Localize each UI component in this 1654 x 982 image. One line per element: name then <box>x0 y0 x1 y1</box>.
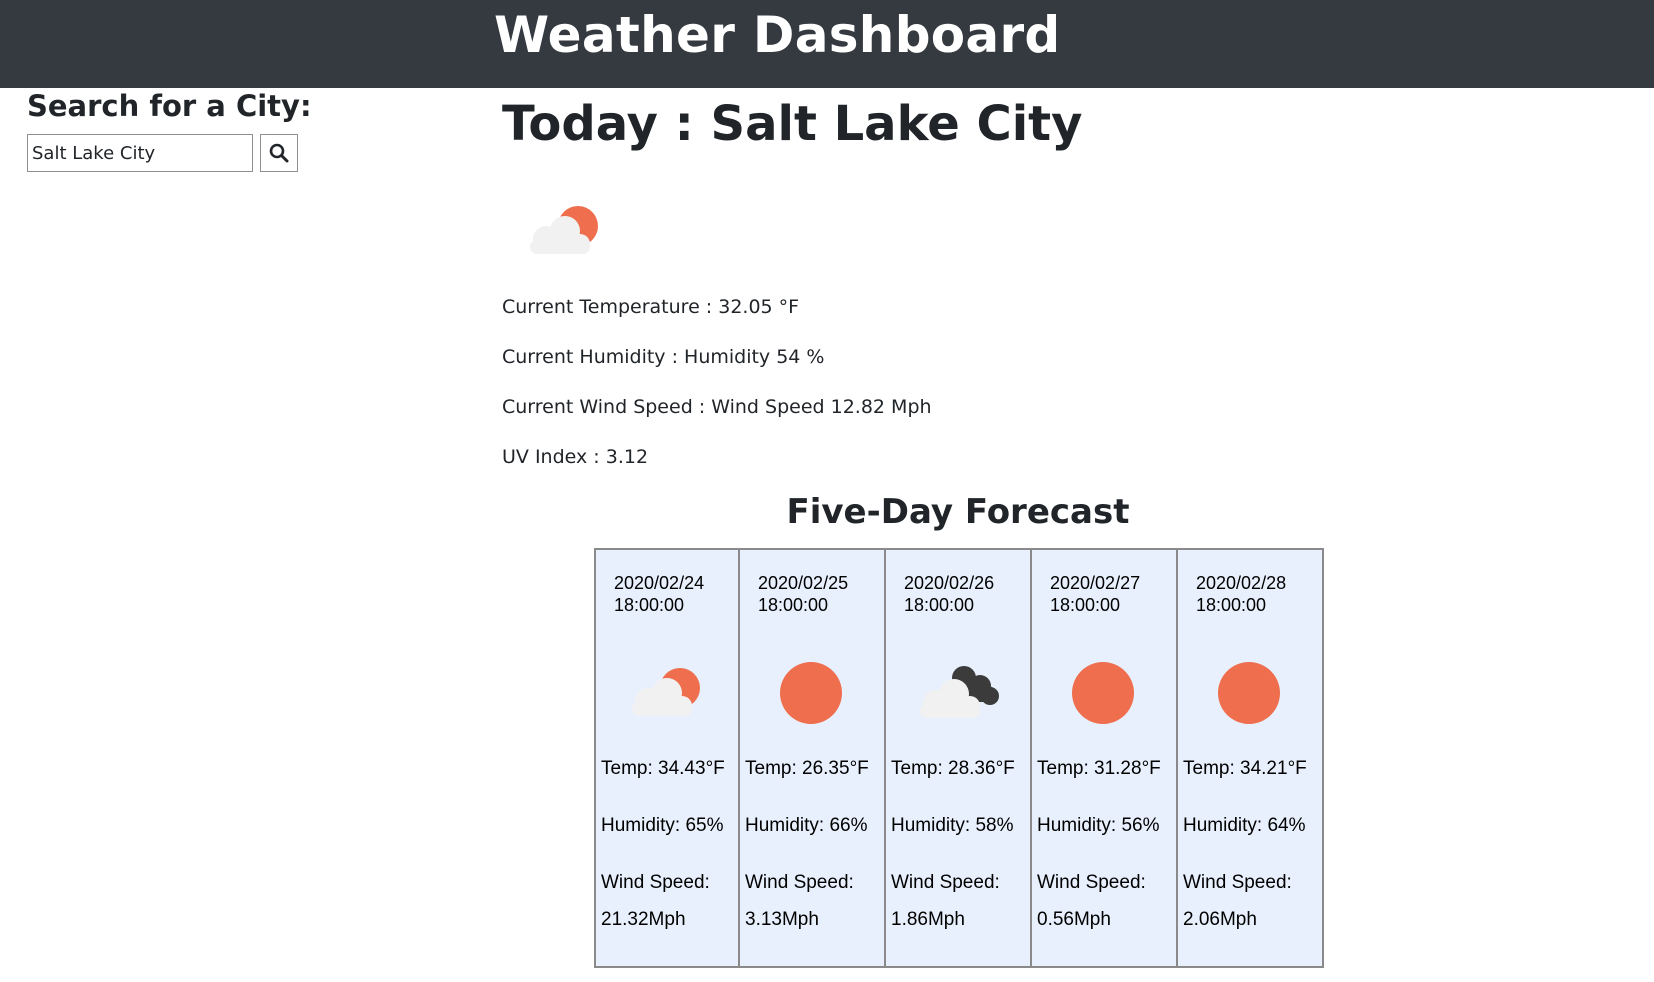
forecast-date: 2020/02/24 18:00:00 <box>614 573 705 615</box>
sun-behind-cloud-icon <box>632 668 700 716</box>
current-wind-speed: Current Wind Speed : Wind Speed 12.82 Mp… <box>502 396 932 418</box>
forecast-date: 2020/02/28 18:00:00 <box>1196 573 1287 615</box>
forecast-humidity: Humidity: 56% <box>1037 815 1160 836</box>
today-title: Today : Salt Lake City <box>502 96 1083 152</box>
forecast-wind-speed: 1.86Mph <box>891 909 965 930</box>
forecast-card: 2020/02/28 18:00:00 Temp: 34.21°F Humidit… <box>1178 548 1324 968</box>
dark-clouds-icon <box>920 666 999 718</box>
forecast-temp: Temp: 34.43°F <box>601 758 725 779</box>
forecast-date: 2020/02/25 18:00:00 <box>758 573 849 615</box>
forecast-temp: Temp: 26.35°F <box>745 758 869 779</box>
forecast-wind-speed: 0.56Mph <box>1037 909 1111 930</box>
sun-behind-cloud-icon <box>530 206 598 254</box>
uv-index: UV Index : 3.12 <box>502 446 649 468</box>
forecast-title: Five-Day Forecast <box>786 492 1130 532</box>
sun-icon <box>1218 662 1280 724</box>
forecast-wind-label: Wind Speed: <box>891 872 1000 893</box>
forecast-date: 2020/02/27 18:00:00 <box>1050 573 1141 615</box>
page-title: Weather Dashboard <box>494 6 1061 64</box>
forecast-temp: Temp: 34.21°F <box>1183 758 1307 779</box>
forecast-temp: Temp: 28.36°F <box>891 758 1015 779</box>
forecast-wind-speed: 3.13Mph <box>745 909 819 930</box>
sun-icon <box>1072 662 1134 724</box>
current-temperature: Current Temperature : 32.05 °F <box>502 296 800 318</box>
header-bar: Weather Dashboard <box>0 0 1654 88</box>
forecast-wind-speed: 21.32Mph <box>601 909 686 930</box>
forecast-wind-label: Wind Speed: <box>1183 872 1292 893</box>
forecast-card: 2020/02/26 18:00:00 Temp: 28.36°F Humidit… <box>886 548 1032 968</box>
forecast-card: 2020/02/24 18:00:00 Temp: 34.43°F Humidit… <box>594 548 740 968</box>
forecast-card: 2020/02/27 18:00:00 Temp: 31.28°F Humidit… <box>1032 548 1178 968</box>
forecast-wind-label: Wind Speed: <box>1037 872 1146 893</box>
forecast-grid: 2020/02/24 18:00:00 Temp: 34.43°F Humidit… <box>594 548 1324 968</box>
search-label: Search for a City: <box>27 89 312 123</box>
sun-icon <box>780 662 842 724</box>
current-humidity: Current Humidity : Humidity 54 % <box>502 346 825 368</box>
forecast-humidity: Humidity: 64% <box>1183 815 1306 836</box>
forecast-date: 2020/02/26 18:00:00 <box>904 573 995 615</box>
forecast-wind-speed: 2.06Mph <box>1183 909 1257 930</box>
forecast-humidity: Humidity: 66% <box>745 815 868 836</box>
forecast-humidity: Humidity: 65% <box>601 815 724 836</box>
search-icon <box>269 143 289 163</box>
forecast-card: 2020/02/25 18:00:00 Temp: 26.35°F Humidit… <box>740 548 886 968</box>
search-button[interactable] <box>260 134 298 172</box>
forecast-wind-label: Wind Speed: <box>745 872 854 893</box>
forecast-wind-label: Wind Speed: <box>601 872 710 893</box>
forecast-humidity: Humidity: 58% <box>891 815 1014 836</box>
forecast-temp: Temp: 31.28°F <box>1037 758 1161 779</box>
city-search-input[interactable] <box>27 134 253 172</box>
